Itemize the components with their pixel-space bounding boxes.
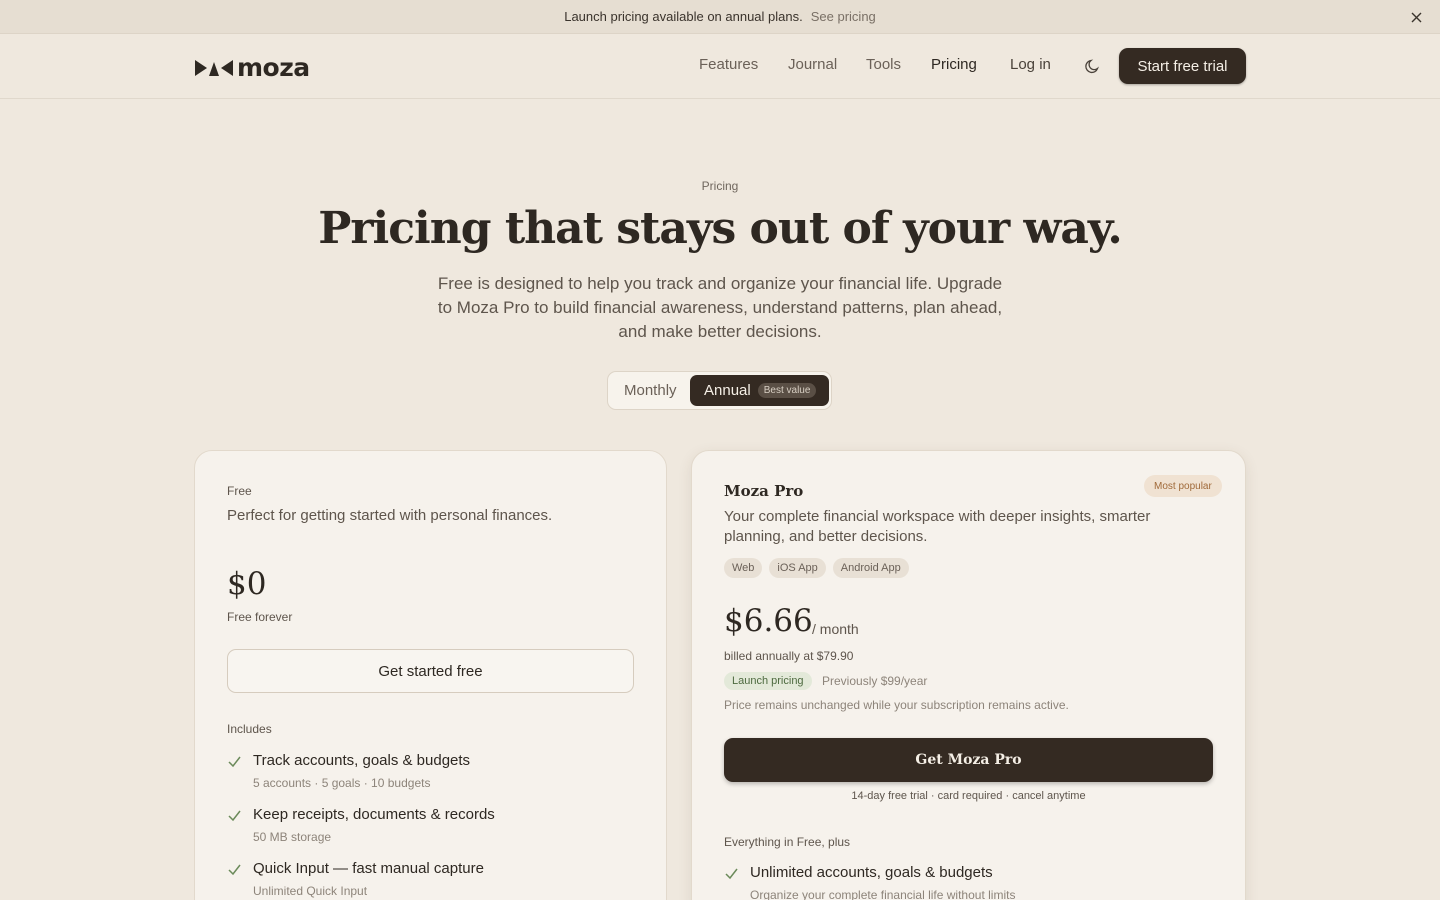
feature-subtitle: 5 accounts · 5 goals · 10 budgets [253, 776, 431, 790]
platform-tags: Web iOS App Android App [724, 558, 909, 578]
pro-plan-period: / month [812, 621, 859, 637]
close-banner-button[interactable] [1408, 9, 1424, 25]
check-icon [228, 864, 241, 876]
free-plan-card: Free Perfect for getting started with pe… [194, 450, 667, 900]
nav-link-tools[interactable]: Tools [866, 56, 901, 73]
best-value-badge: Best value [757, 383, 817, 398]
top-navigation: moza Features Journal Tools Pricing Log … [0, 34, 1440, 99]
free-plan-price: $0 [227, 566, 267, 602]
login-link[interactable]: Log in [1010, 56, 1051, 73]
billing-toggle: Monthly Annual Best value [607, 371, 832, 410]
start-free-trial-button[interactable]: Start free trial [1119, 48, 1246, 84]
banner-message: Launch pricing available on annual plans… [564, 9, 803, 24]
previous-price: Previously $99/year [822, 674, 928, 688]
pro-plan-description: Your complete financial workspace with d… [724, 508, 1151, 545]
free-plan-description: Perfect for getting started with persona… [227, 507, 553, 524]
free-plan-name: Free [227, 484, 252, 498]
price-guarantee-note: Price remains unchanged while your subsc… [724, 698, 1069, 712]
pro-billed-note: billed annually at $79.90 [724, 649, 854, 663]
feature-title: Keep receipts, documents & records [253, 806, 495, 823]
most-popular-badge: Most popular [1144, 475, 1222, 497]
hero-subtitle: Free is designed to help you track and o… [437, 274, 1003, 341]
annual-label: Annual [704, 382, 751, 399]
hero-eyebrow: Pricing [701, 179, 739, 193]
platform-tag-android: Android App [832, 558, 909, 578]
feature-title: Quick Input — fast manual capture [253, 860, 484, 877]
pro-plan-name: Moza Pro [724, 482, 804, 500]
theme-toggle-button[interactable] [1083, 56, 1103, 76]
platform-tag-ios: iOS App [769, 558, 826, 578]
billing-option-monthly[interactable]: Monthly [624, 382, 677, 399]
close-icon [1411, 12, 1421, 22]
nav-link-journal[interactable]: Journal [788, 56, 837, 73]
pro-includes-label: Everything in Free, plus [724, 835, 851, 849]
see-pricing-link[interactable]: See pricing [811, 9, 876, 24]
feature-subtitle: Organize your complete financial life wi… [750, 888, 1016, 900]
feature-title: Unlimited accounts, goals & budgets [750, 864, 993, 881]
check-icon [725, 868, 738, 880]
page-title: Pricing that stays out of your way. [318, 203, 1123, 254]
platform-tag-web: Web [724, 558, 763, 578]
feature-subtitle: 50 MB storage [253, 830, 332, 844]
moon-icon [1085, 59, 1099, 74]
feature-title: Track accounts, goals & budgets [253, 752, 471, 769]
check-icon [228, 810, 241, 822]
pro-plan-price: $6.66 [724, 603, 813, 639]
trial-note: 14-day free trial · card required · canc… [851, 790, 1086, 802]
nav-link-pricing[interactable]: Pricing [931, 56, 977, 73]
launch-pricing-badge: Launch pricing [724, 672, 812, 690]
free-includes-label: Includes [227, 722, 272, 736]
free-plan-price-note: Free forever [227, 610, 293, 624]
get-started-free-button[interactable]: Get started free [227, 649, 634, 693]
announcement-banner: Launch pricing available on annual plans… [0, 0, 1440, 34]
feature-subtitle: Unlimited Quick Input [253, 884, 368, 898]
billing-option-annual[interactable]: Annual Best value [690, 375, 829, 406]
nav-link-features[interactable]: Features [699, 56, 758, 73]
pro-plan-card: Moza Pro Most popular Your complete fina… [691, 450, 1246, 900]
check-icon [228, 756, 241, 768]
get-moza-pro-button[interactable]: Get Moza Pro [724, 738, 1213, 782]
